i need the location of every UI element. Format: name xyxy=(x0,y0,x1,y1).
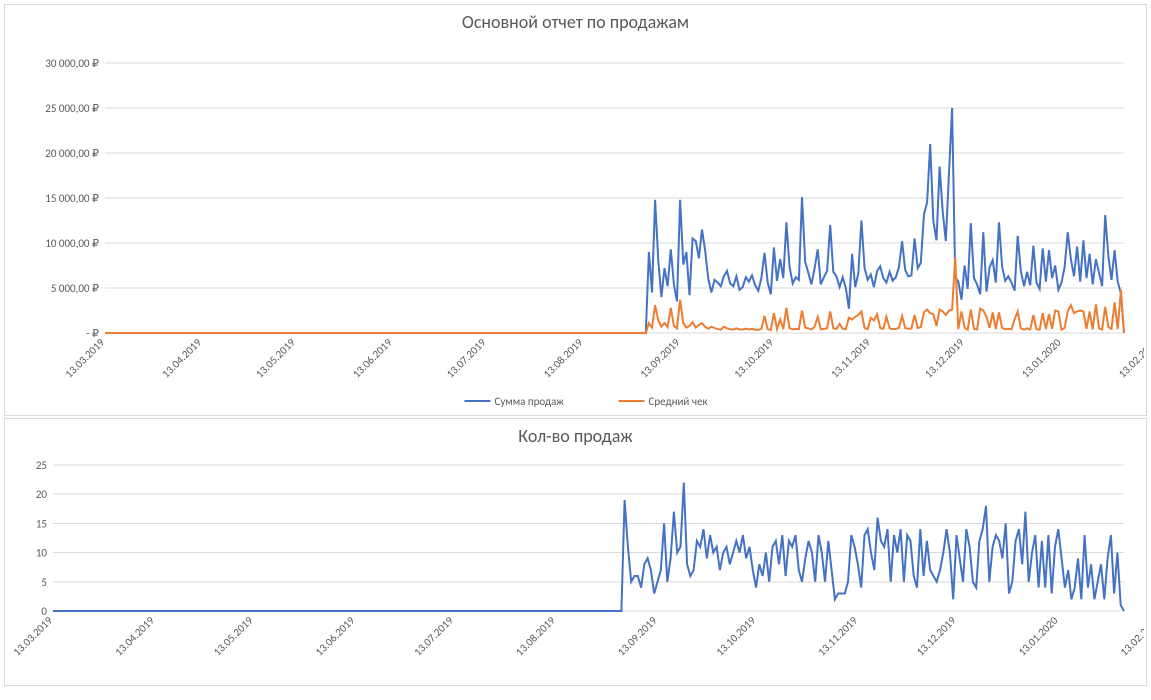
svg-text:5: 5 xyxy=(41,576,47,589)
svg-text:13.08.2019: 13.08.2019 xyxy=(541,336,586,381)
svg-text:10 000,00 ₽: 10 000,00 ₽ xyxy=(45,237,99,250)
svg-text:13.07.2019: 13.07.2019 xyxy=(444,336,489,381)
chart-main-sales: Основной отчет по продажам - ₽5 000,00 ₽… xyxy=(4,4,1147,416)
svg-text:15 000,00 ₽: 15 000,00 ₽ xyxy=(45,192,99,205)
svg-text:25: 25 xyxy=(36,459,47,472)
svg-text:13.12.2019: 13.12.2019 xyxy=(922,336,967,381)
svg-text:Сумма продаж: Сумма продаж xyxy=(495,395,565,408)
svg-text:13.10.2019: 13.10.2019 xyxy=(731,336,776,381)
svg-text:13.04.2019: 13.04.2019 xyxy=(159,336,204,381)
svg-text:13.01.2020: 13.01.2020 xyxy=(1019,336,1064,381)
svg-text:30 000,00 ₽: 30 000,00 ₽ xyxy=(45,57,99,70)
svg-text:13.11.2019: 13.11.2019 xyxy=(815,614,860,659)
svg-text:13.02.2020: 13.02.2020 xyxy=(1116,336,1144,381)
svg-text:13.06.2019: 13.06.2019 xyxy=(313,614,358,659)
svg-text:13.09.2019: 13.09.2019 xyxy=(638,336,683,381)
chart2-title: Кол-во продаж xyxy=(5,419,1146,447)
svg-text:10: 10 xyxy=(36,547,48,560)
svg-text:13.03.2019: 13.03.2019 xyxy=(62,336,107,381)
svg-text:20: 20 xyxy=(36,488,48,501)
svg-text:13.06.2019: 13.06.2019 xyxy=(350,336,395,381)
svg-text:13.01.2020: 13.01.2020 xyxy=(1016,614,1061,659)
svg-text:13.11.2019: 13.11.2019 xyxy=(828,336,873,381)
svg-text:13.04.2019: 13.04.2019 xyxy=(112,614,157,659)
svg-text:5 000,00 ₽: 5 000,00 ₽ xyxy=(51,282,99,295)
svg-text:25 000,00 ₽: 25 000,00 ₽ xyxy=(45,102,99,115)
svg-text:13.02.2020: 13.02.2020 xyxy=(1118,614,1144,659)
chart-sales-count: Кол-во продаж 051015202513.03.201913.04.… xyxy=(4,418,1147,686)
svg-text:13.12.2019: 13.12.2019 xyxy=(914,614,959,659)
svg-text:13.05.2019: 13.05.2019 xyxy=(253,336,298,381)
svg-text:13.07.2019: 13.07.2019 xyxy=(411,614,456,659)
svg-text:15: 15 xyxy=(36,517,47,530)
svg-text:13.10.2019: 13.10.2019 xyxy=(714,614,759,659)
svg-text:13.08.2019: 13.08.2019 xyxy=(513,614,558,659)
svg-text:20 000,00 ₽: 20 000,00 ₽ xyxy=(45,147,99,160)
svg-text:Средний чек: Средний чек xyxy=(649,395,708,408)
svg-text:13.03.2019: 13.03.2019 xyxy=(10,614,55,659)
svg-text:13.05.2019: 13.05.2019 xyxy=(211,614,256,659)
svg-text:13.09.2019: 13.09.2019 xyxy=(615,614,660,659)
chart1-title: Основной отчет по продажам xyxy=(5,5,1146,33)
